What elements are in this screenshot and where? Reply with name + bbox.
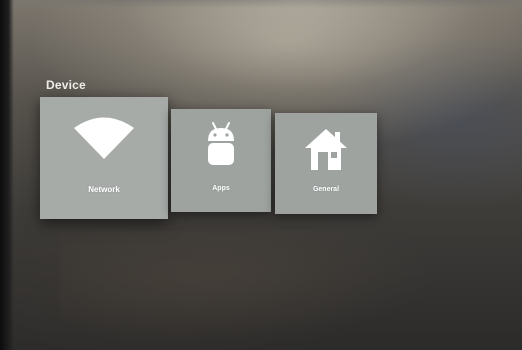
- tile-network-label: Network: [88, 185, 120, 194]
- tile-general[interactable]: General: [275, 113, 377, 214]
- screen-reflection: [60, 230, 440, 340]
- screen-glare: [120, 0, 480, 90]
- home-icon: [275, 126, 377, 174]
- tile-network[interactable]: Network: [40, 97, 168, 219]
- wifi-icon: [40, 115, 168, 161]
- tile-general-label: General: [312, 186, 340, 193]
- bezel-left: [0, 0, 14, 350]
- tile-apps-label: Apps: [212, 185, 230, 192]
- tile-apps[interactable]: Apps: [171, 109, 271, 212]
- section-title-device: Device: [46, 78, 86, 92]
- tv-screen: Device Network Apps General: [0, 0, 522, 350]
- android-icon: [171, 121, 271, 171]
